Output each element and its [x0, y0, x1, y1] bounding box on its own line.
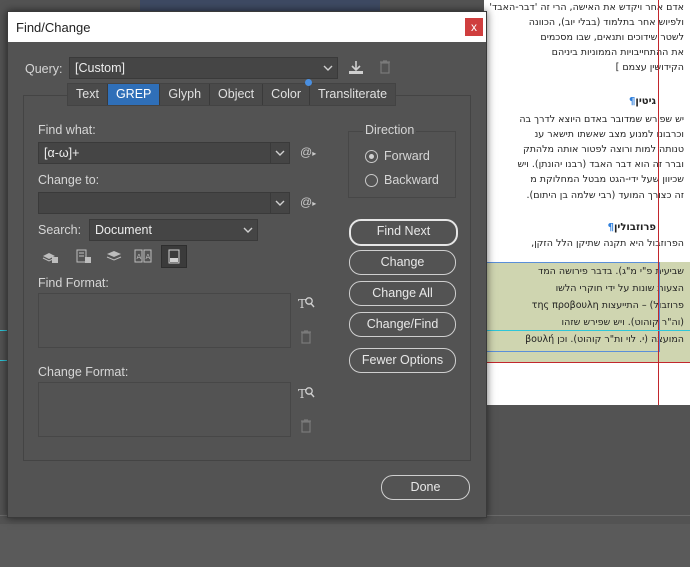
forward-label[interactable]: Forward: [384, 149, 430, 163]
change-format-label: Change Format:: [38, 365, 129, 379]
trash-icon[interactable]: [377, 59, 395, 75]
margin-guide: [484, 362, 690, 363]
find-next-button[interactable]: Find Next: [349, 219, 458, 246]
specify-find-format-icon[interactable]: T: [297, 295, 315, 311]
find-what-value: [α-ω]+: [44, 146, 80, 160]
tab-label: Glyph: [168, 87, 202, 101]
doc-line: אדם אחר ויקדש את האישה, הרי זה 'דבר-האבד…: [489, 2, 684, 13]
doc-line: שכיוון שעל ידי-הגט מבטל המחלוקת מ: [530, 174, 684, 185]
svg-text:A: A: [146, 253, 151, 261]
tab-label: Object: [218, 87, 255, 101]
change-to-label: Change to:: [38, 173, 100, 187]
find-change-dialog: Find/Change x Query: [Custom] Text GREP …: [7, 11, 487, 518]
at-icon: @: [300, 195, 313, 209]
at-icon: @: [300, 145, 313, 159]
chevron-down-icon[interactable]: [270, 193, 289, 213]
change-format-box[interactable]: [38, 382, 291, 437]
doc-line: הקידושין עצמם ]: [615, 62, 684, 73]
include-locked-stories-icon[interactable]: [74, 248, 92, 264]
search-scope-value: Document: [95, 223, 152, 237]
query-select[interactable]: [Custom]: [69, 57, 338, 79]
tab-color[interactable]: Color: [263, 79, 313, 105]
doc-line: לשטר שידוכים ותנאים, שבו מסכמים: [540, 32, 684, 43]
doc-line: את ההתחייבויות הממוניות ביניהם: [551, 47, 684, 58]
doc-heading: פרוזבולין¶: [607, 222, 656, 233]
backward-label[interactable]: Backward: [384, 173, 439, 187]
include-footnotes-toggle[interactable]: [161, 245, 187, 268]
direction-group: [348, 131, 456, 198]
tab-text[interactable]: Text: [68, 84, 108, 105]
chevron-down-icon[interactable]: [270, 143, 289, 163]
find-what-input[interactable]: [α-ω]+: [38, 142, 290, 164]
doc-line: טנותה למות ורוצה לפטור אותה מלהתק: [522, 144, 684, 155]
special-characters-find-icon[interactable]: @▸: [300, 145, 316, 159]
doc-line: וכרבונו למנוע מצב שאשתו תישאר ענ: [534, 129, 684, 140]
close-button[interactable]: x: [465, 18, 483, 36]
forward-radio[interactable]: [365, 150, 378, 163]
doc-heading: גיטין¶: [629, 96, 656, 107]
query-value: [Custom]: [75, 61, 126, 75]
clear-find-format-trash-icon[interactable]: [298, 329, 316, 345]
search-scope-select[interactable]: Document: [89, 219, 258, 241]
chevron-down-icon: [239, 220, 257, 240]
tab-transliterate[interactable]: Transliterate: [310, 84, 395, 105]
doc-line: ולפיוש אחר בתלמוד (בבלי יוב), הכוונה: [528, 17, 684, 28]
direction-label: Direction: [363, 123, 417, 137]
change-button[interactable]: Change: [349, 250, 456, 275]
done-button[interactable]: Done: [381, 475, 470, 500]
include-master-pages-icon[interactable]: AA: [134, 248, 152, 264]
margin-guide: [658, 0, 659, 405]
dialog-title: Find/Change: [16, 20, 91, 35]
svg-text:T: T: [298, 387, 306, 401]
find-format-label: Find Format:: [38, 276, 109, 290]
tab-glyph[interactable]: Glyph: [160, 84, 211, 105]
doc-line: יש שפירש שמדובר באדם היוצא לדרך בה: [519, 114, 684, 125]
specify-change-format-icon[interactable]: T: [297, 385, 315, 401]
change-all-button[interactable]: Change All: [349, 281, 456, 306]
tab-bar: Text GREP Glyph Object Color Translitera…: [67, 79, 397, 106]
backward-radio[interactable]: [365, 174, 378, 187]
doc-line: וברר זה הוא דבר האבד (רבנו יהונתן). ויש: [517, 159, 684, 170]
svg-text:T: T: [298, 297, 306, 311]
include-locked-layers-icon[interactable]: [41, 248, 59, 264]
doc-line: זה כצורך המועד (רבי שלמה בן היתום).: [526, 190, 684, 201]
search-label: Search:: [38, 223, 82, 237]
doc-line: הפרוזבול היא תקנה שתיקן הלל הזקן,: [531, 238, 684, 249]
find-what-label: Find what:: [38, 123, 96, 137]
tab-object[interactable]: Object: [210, 84, 264, 105]
dialog-titlebar[interactable]: Find/Change x: [8, 12, 486, 42]
save-query-icon[interactable]: [347, 59, 365, 75]
tab-grep[interactable]: GREP: [107, 84, 161, 105]
change-to-input[interactable]: [38, 192, 290, 214]
guide-line: [484, 330, 690, 331]
change-find-button[interactable]: Change/Find: [349, 312, 456, 337]
tab-label: Transliterate: [318, 87, 388, 101]
fewer-options-button[interactable]: Fewer Options: [349, 348, 456, 373]
tab-label: Text: [76, 87, 99, 101]
query-label: Query:: [25, 62, 63, 76]
pasteboard: [0, 524, 690, 567]
include-hidden-layers-icon[interactable]: [105, 248, 123, 264]
tab-label: Color: [271, 87, 302, 101]
find-format-box[interactable]: [38, 293, 291, 348]
special-characters-change-icon[interactable]: @▸: [300, 195, 316, 209]
tab-label: GREP: [115, 87, 152, 101]
chevron-down-icon: [319, 58, 337, 78]
svg-text:A: A: [137, 253, 142, 261]
clear-change-format-trash-icon[interactable]: [298, 418, 316, 434]
text-frame-outline: [484, 262, 660, 352]
